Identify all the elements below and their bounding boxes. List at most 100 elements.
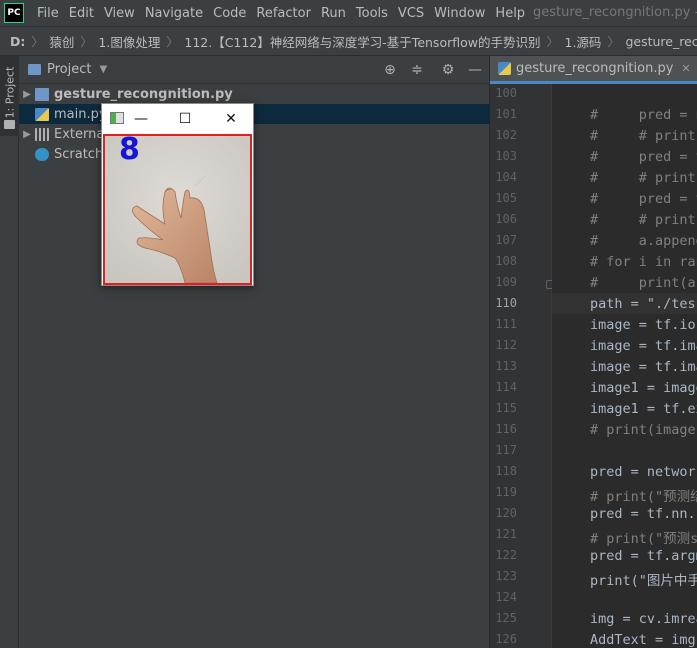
menu-navigate[interactable]: Navigate [140,6,208,21]
code-line: # pred = n [590,107,697,123]
code-line: image = tf.io [590,317,696,333]
breadcrumb-separator-icon: 〉 [166,34,179,49]
chevron-down-icon[interactable]: ▼ [99,64,107,75]
line-number: 108 [495,254,517,268]
menu-help[interactable]: Help [490,6,530,21]
breadcrumb-separator-icon: 〉 [80,34,93,49]
line-number: 109 [495,275,517,289]
editor-tab-label: gesture_recongnition.py [516,60,674,76]
breadcrumb: D: 〉 猿创 〉 1.图像处理 〉 112.【C112】神经网络与深度学习-基… [0,26,697,56]
line-number: 107 [495,233,517,247]
line-number: 117 [495,443,517,457]
code-line: # for i in ran [590,254,697,270]
code-line: pred = network [590,464,697,480]
code-line: # a.append [590,233,697,249]
image-window-titlebar[interactable]: — ☐ ✕ [102,104,253,133]
code-line: # print("预测结 [590,489,697,505]
close-icon[interactable]: ✕ [220,108,242,130]
code-line: # # print [590,170,696,186]
line-number: 101 [495,107,517,121]
code-line: # print(a [590,275,696,291]
menu-run[interactable]: Run [316,6,351,21]
menu-code[interactable]: Code [208,6,251,21]
tree-item-label: gesture_recongnition.py [54,86,233,102]
python-file-icon [498,61,511,75]
menu-bar: PC File Edit View Navigate Code Refactor… [0,0,697,26]
project-panel: Project ▼ ⊕ ≑ ⚙ — ▶ gesture_recongnition… [19,56,490,648]
code-line: image1 = tf.ex [590,401,697,417]
project-panel-title[interactable]: Project [47,62,91,77]
minimize-panel-icon[interactable]: — [466,61,484,79]
breadcrumb-item[interactable]: 1.源码 [563,32,604,51]
breadcrumb-item[interactable]: 猿创 [47,32,76,51]
breadcrumb-separator-icon: 〉 [546,34,559,49]
tree-item-scratches[interactable]: Scratches and Consoles [19,144,490,164]
line-number: 122 [495,548,517,562]
code-line: # print("预测s [590,531,697,547]
close-icon[interactable]: ✕ [681,62,690,75]
code-editor[interactable]: # pred = n # # print # pred = t # # print # … [552,84,697,648]
library-icon [35,127,49,141]
line-number: 102 [495,128,517,142]
breadcrumb-item[interactable]: 1.图像处理 [96,32,162,51]
code-line: image = tf.ima [590,338,697,354]
line-number: 126 [495,632,517,646]
line-number: 104 [495,170,517,184]
prediction-label: 8 [119,134,140,167]
code-line: path = "./tes [590,296,696,312]
breadcrumb-item[interactable]: D: [8,34,27,49]
menu-refactor[interactable]: Refactor [251,6,316,21]
window-app-icon [110,112,124,124]
tree-item-main-py[interactable]: main.py [19,104,490,124]
tree-item-external-libraries[interactable]: ▶ External Libraries [19,124,490,144]
scratches-icon [35,147,49,161]
chevron-right-icon[interactable]: ▶ [19,89,35,100]
code-line: image1 = image [590,380,697,396]
line-number: 113 [495,359,517,373]
code-line: # pred = t [590,149,697,165]
line-number: 112 [495,338,517,352]
menu-file[interactable]: File [32,6,64,21]
breadcrumb-item[interactable]: gesture_recongnition [623,34,697,49]
line-number: 124 [495,590,517,604]
project-panel-header: Project ▼ ⊕ ≑ ⚙ — [19,56,490,84]
gear-icon[interactable]: ⚙ [439,61,457,79]
line-number-gutter: 100 101 102 103 104 105 106 107 108 109 110 111 112 1… [490,84,555,648]
editor-tab-gesture-recongnition[interactable]: gesture_recongnition.py ✕ [490,55,697,84]
menu-view[interactable]: View [99,6,140,21]
folder-icon [28,64,41,75]
line-number: 119 [495,485,517,499]
menu-vcs[interactable]: VCS [393,6,429,21]
line-number: 103 [495,149,517,163]
locate-icon[interactable]: ⊕ [381,61,399,79]
breadcrumb-separator-icon: 〉 [31,34,44,49]
line-number: 115 [495,401,517,415]
line-number: 121 [495,527,517,541]
line-number: 111 [495,317,517,331]
code-line: # print(image) [590,422,697,438]
code-line: pred = tf.nn.s [590,506,697,522]
code-line: print("图片中手 [590,573,697,589]
line-number: 125 [495,611,517,625]
collapse-all-icon[interactable]: ≑ [408,61,426,79]
editor-tab-bar: gesture_recongnition.py ✕ [490,55,697,84]
chevron-right-icon[interactable]: ▶ [19,129,35,140]
python-file-icon [35,87,49,101]
code-line: pred = tf.argm [590,548,697,564]
tree-item-project-root[interactable]: ▶ gesture_recongnition.py [19,84,490,104]
code-line: img = cv.imrea [590,611,697,627]
menu-window[interactable]: Window [429,6,490,21]
project-tool-tab[interactable]: 1: Project [0,56,19,136]
project-tool-tab-label: 1: Project [3,66,17,119]
maximize-icon[interactable]: ☐ [174,108,196,130]
code-line: AddText = img [590,632,696,648]
minimize-icon[interactable]: — [130,108,152,130]
code-line: # # print [590,128,696,144]
python-file-icon [35,107,49,121]
breadcrumb-separator-icon: 〉 [607,34,620,49]
line-number: 116 [495,422,517,436]
breadcrumb-item[interactable]: 112.【C112】神经网络与深度学习-基于Tensorflow的手势识别 [182,32,542,51]
tree-item-label: main.py [54,106,107,122]
menu-edit[interactable]: Edit [64,6,99,21]
menu-tools[interactable]: Tools [351,6,393,21]
